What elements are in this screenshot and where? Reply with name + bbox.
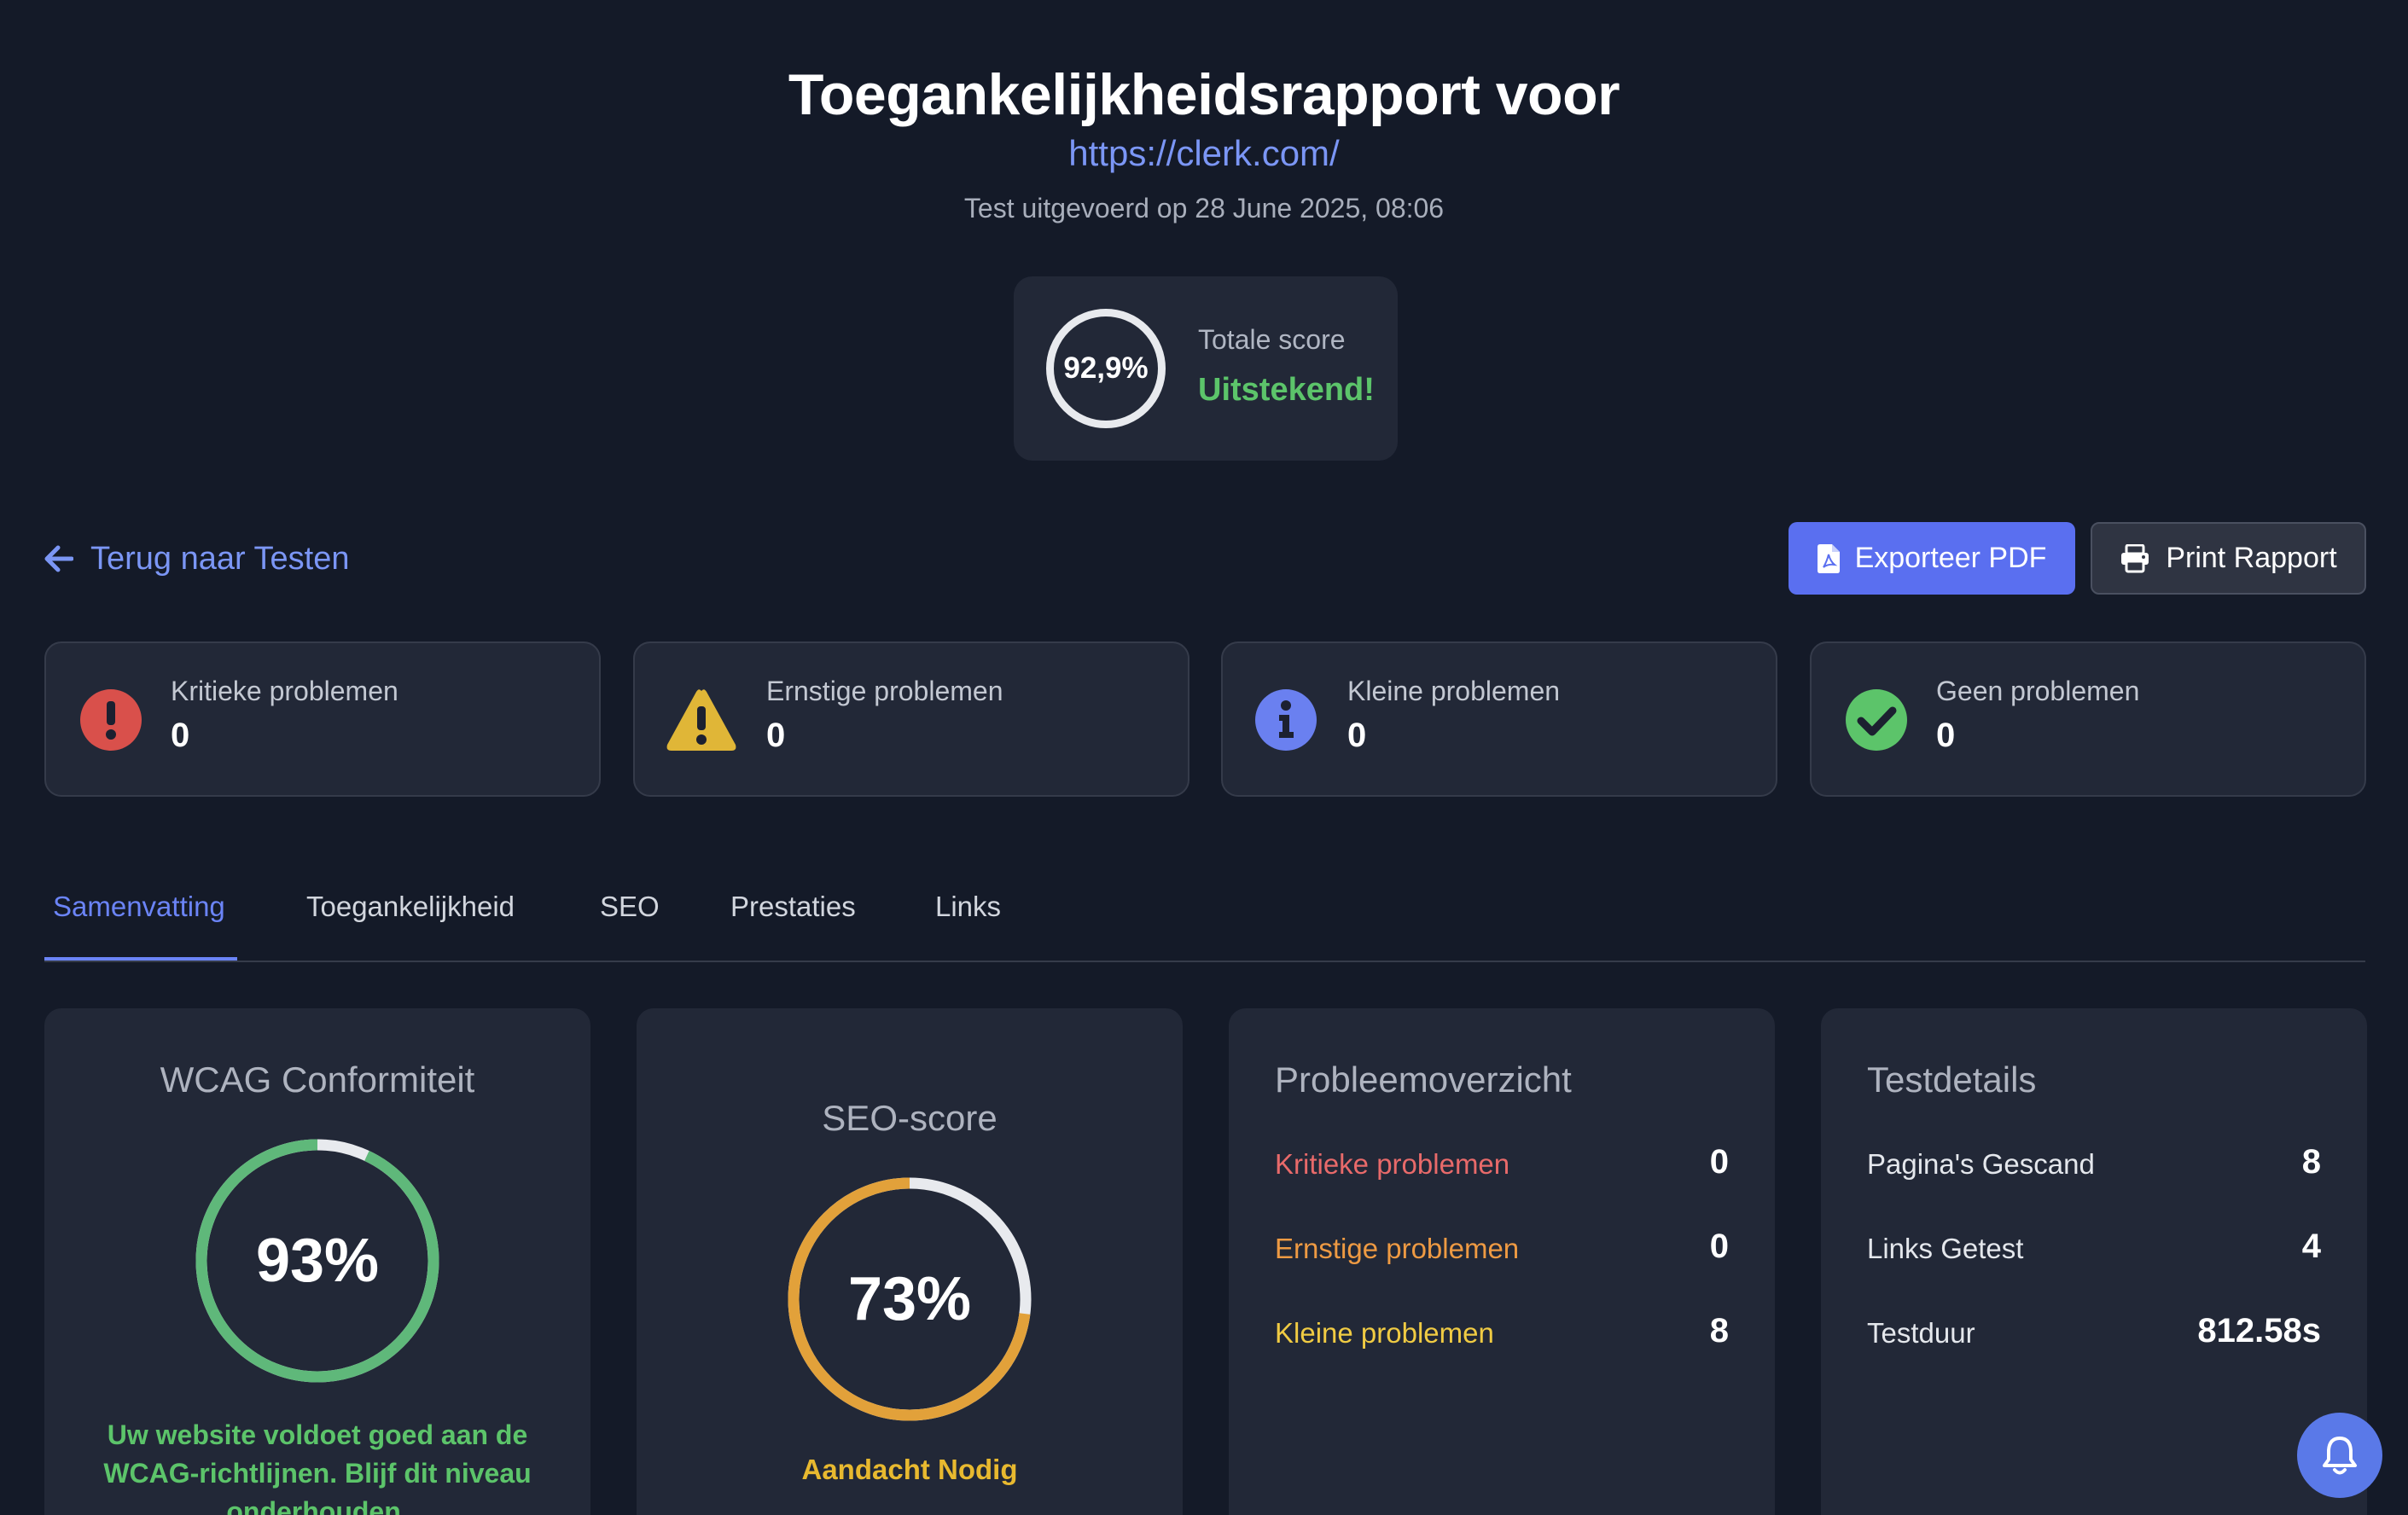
active-tab-indicator xyxy=(44,957,237,961)
exclamation-circle-icon xyxy=(80,689,142,751)
test-details-title: Testdetails xyxy=(1867,1059,2037,1100)
notifications-button[interactable] xyxy=(2297,1413,2382,1498)
total-score-value: 92,9% xyxy=(1063,351,1149,385)
overview-value-critical: 0 xyxy=(1709,1143,1729,1181)
tab-performance[interactable]: Prestaties xyxy=(730,891,856,961)
issue-count: 0 xyxy=(766,717,786,754)
warning-triangle-icon xyxy=(666,689,736,751)
total-score-card: 92,9% Totale score Uitstekend! xyxy=(1014,276,1398,461)
issue-count: 0 xyxy=(171,717,190,754)
print-report-button[interactable]: Print Rapport xyxy=(2091,522,2366,595)
total-score-verdict: Uitstekend! xyxy=(1198,372,1375,408)
test-date: Test uitgevoerd op 28 June 2025, 08:06 xyxy=(963,193,1445,223)
wcag-score-value: 93% xyxy=(255,1227,380,1295)
issue-card-none: Geen problemen 0 xyxy=(1810,641,2366,797)
problem-overview-panel: Probleemoverzicht Kritieke problemen 0 E… xyxy=(1229,1008,1775,1515)
print-report-label: Print Rapport xyxy=(2166,542,2337,574)
overview-label-minor: Kleine problemen xyxy=(1275,1317,1494,1349)
export-pdf-button[interactable]: Exporteer PDF xyxy=(1789,522,2075,595)
tab-summary[interactable]: Samenvatting xyxy=(53,891,225,961)
seo-status: Aandacht Nodig xyxy=(801,1454,1018,1485)
issue-label: Kleine problemen xyxy=(1347,676,1561,706)
tab-seo[interactable]: SEO xyxy=(600,891,660,961)
problem-overview-title: Probleemoverzicht xyxy=(1275,1059,1572,1100)
seo-panel: SEO-score 73% Aandacht Nodig xyxy=(637,1008,1183,1515)
report-page: Toegankelijkheidsrapport voor https://cl… xyxy=(0,0,2408,1515)
detail-value-duration: 812.58s xyxy=(2197,1312,2321,1350)
report-url-link[interactable]: https://clerk.com/ xyxy=(0,133,2408,174)
detail-value-pages: 8 xyxy=(2301,1143,2321,1181)
issue-label: Geen problemen xyxy=(1936,676,2140,706)
wcag-title: WCAG Conformiteit xyxy=(160,1059,475,1100)
detail-label-duration: Testduur xyxy=(1867,1317,1975,1349)
info-circle-icon xyxy=(1255,689,1317,751)
wcag-message: Uw website voldoet goed aan de WCAG-rich… xyxy=(103,1419,532,1515)
file-pdf-icon xyxy=(1817,543,1840,573)
report-tabs: Samenvatting Toegankelijkheid SEO Presta… xyxy=(44,882,2365,962)
overview-label-serious: Ernstige problemen xyxy=(1275,1233,1520,1264)
issue-card-minor: Kleine problemen 0 xyxy=(1221,641,1777,797)
detail-value-links: 4 xyxy=(2301,1228,2321,1265)
overview-value-minor: 8 xyxy=(1709,1312,1729,1350)
check-circle-icon xyxy=(1846,689,1907,751)
issue-count: 0 xyxy=(1347,717,1367,754)
back-to-tests-link[interactable]: Terug naar Testen xyxy=(44,537,350,580)
wcag-panel: WCAG Conformiteit 93% Uw website voldoet… xyxy=(44,1008,590,1515)
seo-score-value: 73% xyxy=(847,1265,972,1333)
arrow-left-icon xyxy=(44,545,73,572)
tab-accessibility[interactable]: Toegankelijkheid xyxy=(306,891,515,961)
total-score-label: Totale score xyxy=(1198,324,1346,355)
export-pdf-label: Exporteer PDF xyxy=(1854,542,2047,574)
issue-label: Kritieke problemen xyxy=(171,676,398,706)
issue-card-serious: Ernstige problemen 0 xyxy=(633,641,1189,797)
issue-card-critical: Kritieke problemen 0 xyxy=(44,641,601,797)
detail-label-pages: Pagina's Gescand xyxy=(1867,1148,2095,1180)
test-details-panel: Testdetails Pagina's Gescand 8 Links Get… xyxy=(1821,1008,2367,1515)
issue-label: Ernstige problemen xyxy=(766,676,1003,706)
seo-title: SEO-score xyxy=(822,1098,998,1138)
issue-count: 0 xyxy=(1936,717,1956,754)
back-link-label: Terug naar Testen xyxy=(90,540,350,577)
overview-value-serious: 0 xyxy=(1709,1228,1729,1265)
tab-links[interactable]: Links xyxy=(935,891,1001,961)
overview-label-critical: Kritieke problemen xyxy=(1275,1148,1510,1180)
bell-icon xyxy=(2323,1437,2357,1475)
detail-label-links: Links Getest xyxy=(1867,1233,2024,1264)
page-title: Toegankelijkheidsrapport voor xyxy=(788,62,1620,127)
printer-icon xyxy=(2121,543,2149,572)
